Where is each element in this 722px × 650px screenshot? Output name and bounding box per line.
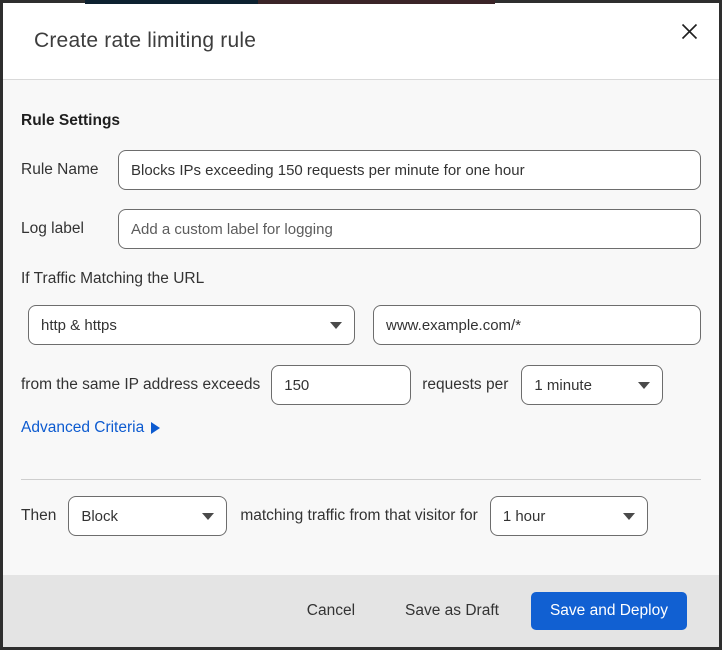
scheme-select-value: http & https [41,316,117,334]
action-middle-text: matching traffic from that visitor for [240,507,478,524]
chevron-down-icon [622,512,635,520]
scheme-select[interactable]: http & https [28,305,355,345]
period-select[interactable]: 1 minute [521,365,664,405]
chevron-down-icon [202,512,215,520]
chevron-down-icon [638,381,651,389]
rule-name-label: Rule Name [21,161,99,178]
action-select[interactable]: Block [68,496,228,536]
threshold-suffix-text: requests per [422,376,509,393]
save-and-deploy-button[interactable]: Save and Deploy [530,592,687,630]
rule-settings-heading: Rule Settings [21,112,121,129]
close-icon [681,23,698,40]
request-count-input[interactable] [271,365,412,405]
log-label-label: Log label [21,220,84,237]
advanced-criteria-label: Advanced Criteria [21,419,145,436]
duration-select[interactable]: 1 hour [489,496,648,536]
log-label-input[interactable] [118,209,701,249]
chevron-down-icon [330,321,342,329]
url-pattern-input[interactable] [373,305,701,345]
action-row: Then Block matching traffic from that vi… [21,496,701,536]
dialog-footer: Cancel Save as Draft Save and Deploy [3,575,719,647]
rule-name-input[interactable] [118,150,701,190]
triangle-right-icon [151,422,161,434]
top-maroon-strip [258,0,495,4]
advanced-criteria-link[interactable]: Advanced Criteria [21,419,161,437]
dialog-header: Create rate limiting rule [3,3,719,80]
save-as-draft-button[interactable]: Save as Draft [401,596,503,626]
dialog-body: Rule Settings Rule Name Log label If Tra… [3,80,719,575]
traffic-match-intro: If Traffic Matching the URL [21,270,205,287]
period-select-value: 1 minute [534,376,592,394]
top-navy-strip [85,0,258,4]
log-label-row: Log label [21,209,701,249]
threshold-prefix-text: from the same IP address exceeds [21,376,261,393]
then-label: Then [21,507,57,524]
close-button[interactable] [677,19,701,43]
rule-name-row: Rule Name [21,150,701,190]
url-match-row: http & https [21,305,701,345]
dialog-title: Create rate limiting rule [34,29,257,52]
threshold-row: from the same IP address exceeds request… [21,365,701,405]
duration-select-value: 1 hour [502,507,546,525]
create-rate-limiting-rule-dialog: Create rate limiting rule Rule Settings … [3,3,719,647]
action-select-value: Block [81,507,119,525]
cancel-button[interactable]: Cancel [303,596,359,626]
screenshot-frame: Create rate limiting rule Rule Settings … [0,0,722,650]
section-divider [21,479,701,480]
